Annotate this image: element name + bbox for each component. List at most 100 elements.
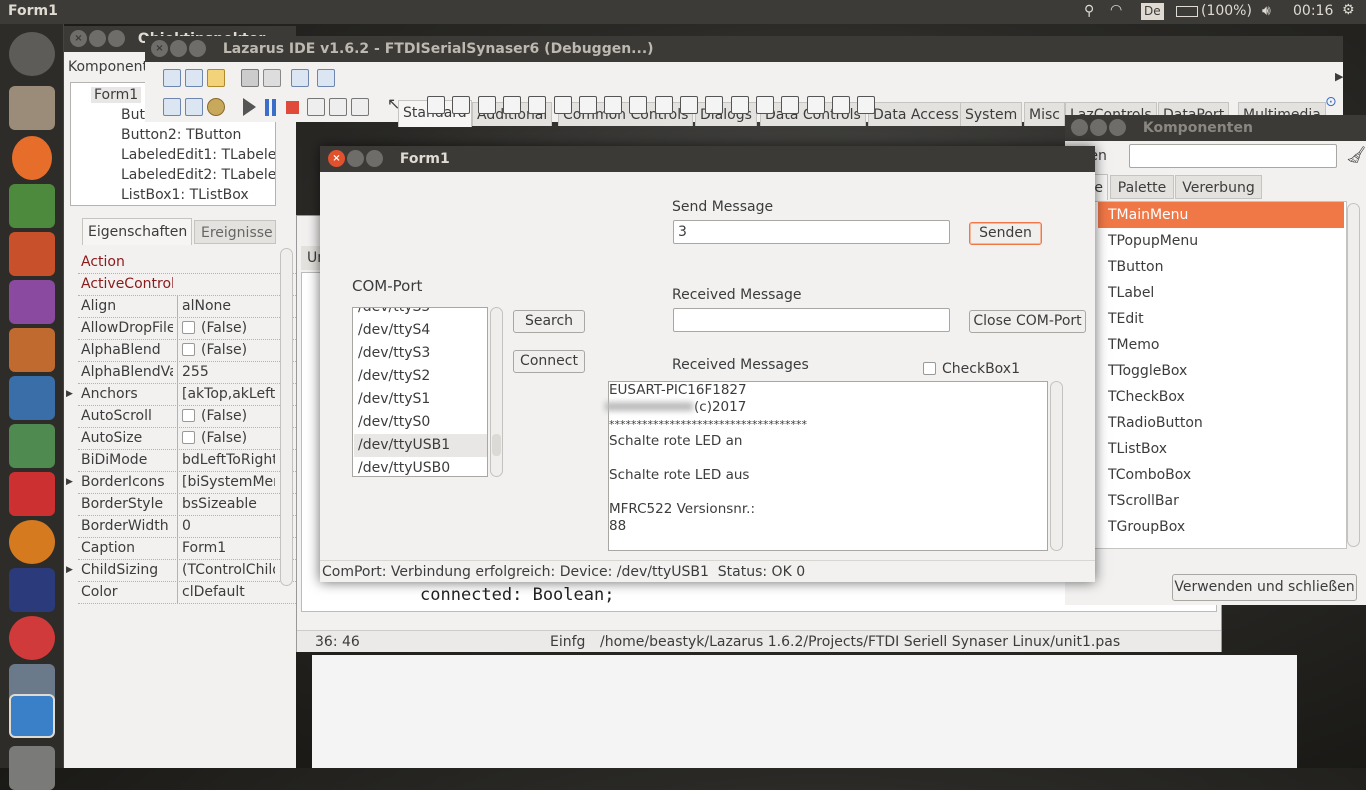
tscrollbar-icon[interactable] [705,96,724,114]
maximize-icon[interactable] [1109,119,1126,136]
tab-palette[interactable]: Palette [1110,175,1174,199]
com-port-item[interactable]: /dev/ttyS5 [354,308,487,319]
property-value[interactable]: (TControlChildSizing) [177,560,275,581]
app-icon[interactable] [9,376,55,420]
tbutton-icon[interactable] [477,96,496,114]
checkbox[interactable] [182,409,195,422]
save-all-icon[interactable] [263,69,281,87]
trash-icon[interactable] [9,746,55,790]
close-com-port-button[interactable]: Close COM-Port [969,310,1086,333]
component-list-item[interactable]: TCheckBox [1098,384,1344,410]
property-value[interactable]: 255 [177,362,275,383]
component-list-item[interactable]: TPopupMenu [1098,228,1344,254]
component-list-item[interactable]: TRadioButton [1098,410,1344,436]
component-list-item[interactable]: TScrollBar [1098,488,1344,514]
com-port-item[interactable]: /dev/ttyUSB1 [354,434,487,457]
checkbox[interactable] [182,431,195,444]
app-icon[interactable] [9,424,55,468]
com-port-scrollbar[interactable] [490,307,503,477]
app-icon[interactable] [9,280,55,324]
tmainmenu-icon[interactable] [427,96,445,114]
tree-node[interactable]: LabeledEdit1: TLabeledEdit [121,147,275,163]
ttogglebox-icon[interactable] [578,96,597,114]
property-value[interactable]: (False) [177,428,275,449]
maximize-icon[interactable] [189,40,206,57]
tpanel-icon[interactable] [806,96,825,114]
component-list-item[interactable]: TLabel [1098,280,1344,306]
new-unit-icon[interactable] [163,69,181,87]
com-port-item[interactable]: /dev/ttyS2 [354,365,487,388]
battery-percent[interactable]: (100%) [1201,3,1252,19]
component-list-item[interactable]: TGroupBox [1098,514,1344,540]
checkbox[interactable] [182,321,195,334]
step-out-icon[interactable] [351,98,369,116]
checkbox1[interactable]: CheckBox1 [923,361,1020,377]
open-icon[interactable] [207,69,225,87]
tab-eigenschaften[interactable]: Eigenschaften [82,218,192,245]
expand-arrow-icon[interactable]: ▶ [66,384,73,405]
tab-ereignisse[interactable]: Ereignisse [194,220,276,244]
palette-scroll-right-icon[interactable]: ▶ [1335,70,1343,83]
component-list-scrollbar[interactable] [1347,203,1360,547]
firefox-icon[interactable] [12,136,52,180]
tree-node[interactable]: ListBox1: TListBox [121,187,249,203]
com-port-item[interactable]: /dev/ttyS0 [354,411,487,434]
tab-palette-misc[interactable]: Misc [1024,102,1065,126]
app-icon[interactable] [9,328,55,372]
save-icon[interactable] [241,69,259,87]
component-list-item[interactable]: TEdit [1098,306,1344,332]
toggle-form-unit-icon[interactable] [291,69,309,87]
mouse-icon[interactable]: ⚲ [1084,3,1094,19]
tmemo-icon[interactable] [553,96,572,114]
files-icon[interactable] [9,86,55,130]
maximize-icon[interactable] [108,30,125,47]
component-search-input[interactable] [1129,144,1337,168]
palette-menu-icon[interactable]: ⊙ [1325,94,1337,110]
build-gear-icon[interactable] [207,98,225,116]
com-port-item[interactable]: /dev/ttyS3 [354,342,487,365]
property-value[interactable]: [akTop,akLeft] [177,384,275,405]
property-value[interactable]: (False) [177,340,275,361]
tcheckgroup-icon[interactable] [781,96,800,114]
expand-arrow-icon[interactable]: ▶ [66,560,73,581]
view-units-icon[interactable] [317,69,335,87]
clock[interactable]: 00:16 [1293,3,1333,19]
stop-icon[interactable] [286,101,299,114]
use-and-close-button[interactable]: Verwenden und schließen [1172,574,1357,601]
blender-icon[interactable] [9,520,55,564]
tree-node[interactable]: Button2: TButton [121,127,241,143]
expand-arrow-icon[interactable]: ▶ [66,472,73,493]
latex-icon[interactable] [9,568,55,612]
send-message-input[interactable]: 3 [673,220,950,244]
close-icon[interactable]: × [151,40,168,57]
property-value[interactable]: bdLeftToRight [177,450,275,471]
app-icon[interactable] [9,232,55,276]
close-icon[interactable] [1071,119,1088,136]
memo-scrollbar[interactable] [1050,381,1063,551]
app-icon[interactable] [9,616,55,660]
com-port-item[interactable]: /dev/ttyS1 [354,388,487,411]
component-list-item[interactable]: TMemo [1098,332,1344,358]
property-value[interactable]: bsSizeable [177,494,275,515]
lazarus-icon[interactable] [9,694,55,738]
keyboard-layout-indicator[interactable]: De [1141,3,1164,20]
checkbox-box[interactable] [923,362,936,375]
component-list-item[interactable]: TMainMenu [1098,202,1344,228]
tgroupbox-icon[interactable] [730,96,749,114]
property-value[interactable]: clDefault [177,582,275,603]
component-list-item[interactable]: TListBox [1098,436,1344,462]
connect-button[interactable]: Connect [513,350,585,373]
tradiogroup-icon[interactable] [755,96,774,114]
pause-icon[interactable] [265,99,276,116]
property-value[interactable]: 0 [177,516,275,537]
com-port-item[interactable]: /dev/ttyS4 [354,319,487,342]
ubuntu-icon[interactable] [9,32,55,76]
step-over-icon[interactable] [329,98,347,116]
tcheckbox-icon[interactable] [604,96,623,114]
volume-icon[interactable]: 🔊︎ [1262,3,1271,19]
project-options-icon[interactable] [185,98,203,116]
tframe-icon[interactable] [831,96,850,114]
view-forms-icon[interactable] [163,98,181,116]
clear-broom-icon[interactable]: 🧹︎ [1346,145,1366,164]
tcombobox-icon[interactable] [680,96,698,114]
